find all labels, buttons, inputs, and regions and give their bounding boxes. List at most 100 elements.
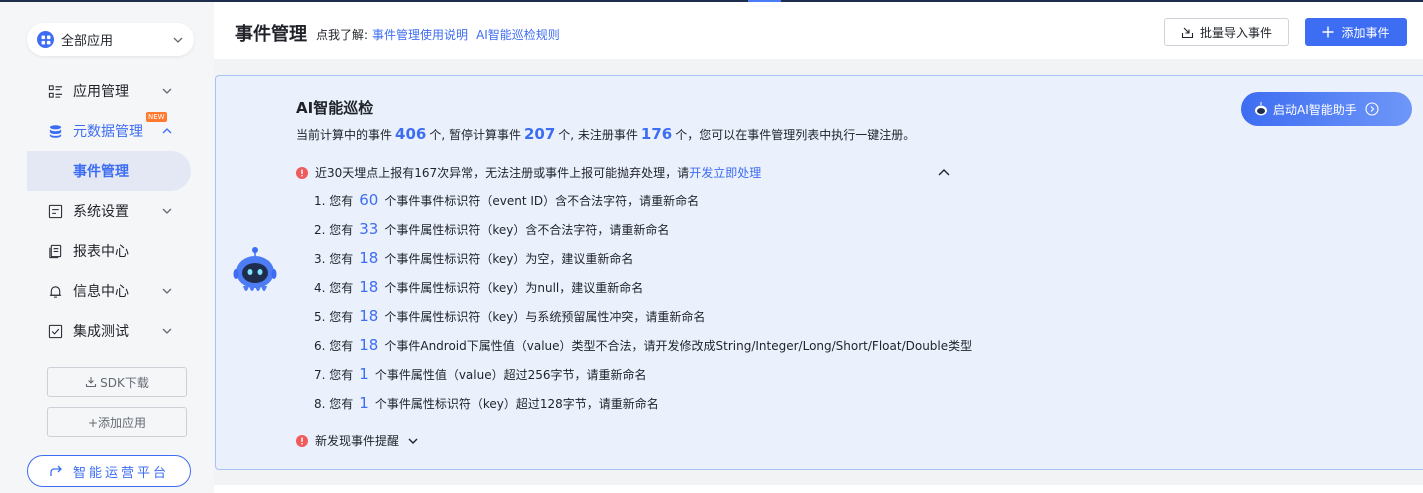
issue-item: 1. 您有 60 个事件事件标识符（event ID）含不合法字符，请重新命名 [314,191,699,209]
issue-count: 18 [359,249,379,267]
sdk-download-label: SDK下载 [100,375,149,390]
learn-prefix: 点我了解: [316,28,369,42]
issue-prefix: 3. 您有 [314,251,354,266]
issue-prefix: 2. 您有 [314,222,354,237]
sidebar-item-label: 元数据管理 [73,124,143,140]
issue-item: 2. 您有 33 个事件属性标识符（key）含不合法字符，请重新命名 [314,220,669,238]
learn-more: 点我了解: 事件管理使用说明 AI智能巡检规则 [316,26,560,43]
ai-rules-link[interactable]: AI智能巡检规则 [476,28,560,42]
add-event-label: 添加事件 [1341,25,1390,40]
sidebar-subitem-event-management[interactable]: 事件管理 [27,151,191,191]
robot-icon [233,247,277,291]
summary-part4: 个，您可以在事件管理列表中执行一键注册。 [675,128,916,142]
ai-inspection-panel: AI智能巡检 当前计算中的事件 406 个, 暂停计算事件 207 个, 未注册事件 17… [215,75,1423,470]
usage-guide-link[interactable]: 事件管理使用说明 [372,28,468,42]
chevron-down-icon [162,88,172,94]
sidebar-item-label: 应用管理 [73,84,129,100]
unregistered-count: 176 [640,125,673,143]
paused-count: 207 [523,125,556,143]
sidebar-subitem-label: 事件管理 [73,164,129,180]
checkbox-icon [47,323,63,339]
smart-platform-label: 智能运营平台 [72,465,169,481]
import-icon [1181,27,1194,38]
anomaly-warning: 近30天埋点上报有167次异常，无法注册或事件上报可能抛弃处理，请 开发立即处理 [296,164,761,181]
issue-text: 个事件属性标识符（key）与系统预留属性冲突，请重新命名 [384,309,706,324]
issue-text: 个事件Android下属性值（value）类型不合法，请开发修改成String/… [384,338,973,353]
issue-text: 个事件事件标识符（event ID）含不合法字符，请重新命名 [384,193,700,208]
issue-item: 3. 您有 18 个事件属性标识符（key）为空，建议重新命名 [314,249,633,267]
issue-item: 4. 您有 18 个事件属性标识符（key）为null，建议重新命名 [314,278,643,296]
apps-icon [37,31,54,48]
sidebar-item-system-settings[interactable]: 系统设置 [47,199,172,223]
share-arrow-icon [50,465,62,476]
bulk-import-label: 批量导入事件 [1199,25,1272,40]
download-icon [86,377,97,388]
sidebar: 全部应用 应用管理 元数据管理 NEW 事件管理 系统设置 报表中心 信息中心 … [0,2,214,493]
settings-box-icon [47,203,63,219]
database-icon [47,123,63,139]
page-header: 事件管理 点我了解: 事件管理使用说明 AI智能巡检规则 批量导入事件 添加事件 [214,2,1423,59]
chevron-down-icon [162,208,172,214]
sidebar-item-label: 报表中心 [73,244,129,260]
chevron-down-icon[interactable] [407,435,419,447]
list-icon [47,83,63,99]
content-area-below [214,485,1423,493]
issue-text: 个事件属性标识符（key）为空，建议重新命名 [384,251,634,266]
add-event-button[interactable]: 添加事件 [1305,18,1407,46]
plus-icon [1322,26,1334,38]
sidebar-item-app-management[interactable]: 应用管理 [47,79,172,103]
issue-count: 1 [359,394,369,412]
issue-item: 5. 您有 18 个事件属性标识符（key）与系统预留属性冲突，请重新命名 [314,307,705,325]
issue-count: 18 [359,278,379,296]
issue-text: 个事件属性标识符（key）含不合法字符，请重新命名 [384,222,670,237]
report-icon [47,243,63,259]
sidebar-item-metadata-management[interactable]: 元数据管理 NEW [47,112,172,143]
sidebar-item-label: 系统设置 [73,204,129,220]
issue-count: 18 [359,307,379,325]
issue-item: 6. 您有 18 个事件Android下属性值（value）类型不合法，请开发修改成… [314,336,972,354]
summary-part2: 个, 暂停计算事件 [429,128,521,142]
issue-text: 个事件属性标识符（key）超过128字节，请重新命名 [374,396,659,411]
add-app-label: +添加应用 [87,415,147,430]
ai-assistant-button[interactable]: 启动AI智能助手 [1241,92,1412,126]
smart-platform-button[interactable]: 智能运营平台 [27,455,191,487]
new-events-reminder[interactable]: 新发现事件提醒 [296,432,419,449]
warning-icon [296,166,308,179]
sidebar-item-integration-test[interactable]: 集成测试 [47,319,172,343]
sidebar-item-message-center[interactable]: 信息中心 [47,279,172,303]
sidebar-item-label: 信息中心 [73,284,129,300]
computing-count: 406 [395,125,427,143]
ai-assistant-label: 启动AI智能助手 [1273,102,1357,117]
issue-prefix: 6. 您有 [314,338,354,353]
chevron-down-icon [162,328,172,334]
app-selector-label: 全部应用 [61,34,114,49]
issue-prefix: 4. 您有 [314,280,354,295]
warning-text: 近30天埋点上报有167次异常，无法注册或事件上报可能抛弃处理，请 [315,166,690,180]
issue-count: 1 [359,365,369,383]
chevron-down-icon [162,288,172,294]
chevron-up-icon[interactable] [937,165,951,179]
add-app-button[interactable]: +添加应用 [47,407,187,437]
bulk-import-button[interactable]: 批量导入事件 [1164,18,1289,46]
issue-count: 18 [359,336,379,354]
robot-mini-icon [1255,102,1267,116]
issue-prefix: 1. 您有 [314,193,354,208]
page-title: 事件管理 [235,24,307,45]
ai-panel-title: AI智能巡检 [296,99,374,117]
new-events-label: 新发现事件提醒 [315,434,400,448]
app-selector[interactable]: 全部应用 [27,23,194,56]
issue-prefix: 8. 您有 [314,396,354,411]
summary-part1: 当前计算中的事件 [296,128,393,142]
sidebar-item-report-center[interactable]: 报表中心 [47,239,129,263]
sdk-download-button[interactable]: SDK下载 [47,367,187,397]
issue-prefix: 5. 您有 [314,309,354,324]
new-badge: NEW [146,112,167,122]
chevron-down-icon [173,37,183,43]
issue-prefix: 7. 您有 [314,367,354,382]
issue-item: 8. 您有 1 个事件属性标识符（key）超过128字节，请重新命名 [314,394,659,412]
issue-text: 个事件属性值（value）超过256字节，请重新命名 [374,367,647,382]
ai-summary: 当前计算中的事件 406 个, 暂停计算事件 207 个, 未注册事件 176 个，您可以在… [296,125,915,143]
summary-part3: 个, 未注册事件 [558,128,638,142]
handle-now-link[interactable]: 开发立即处理 [689,164,761,181]
bell-icon [47,283,63,299]
